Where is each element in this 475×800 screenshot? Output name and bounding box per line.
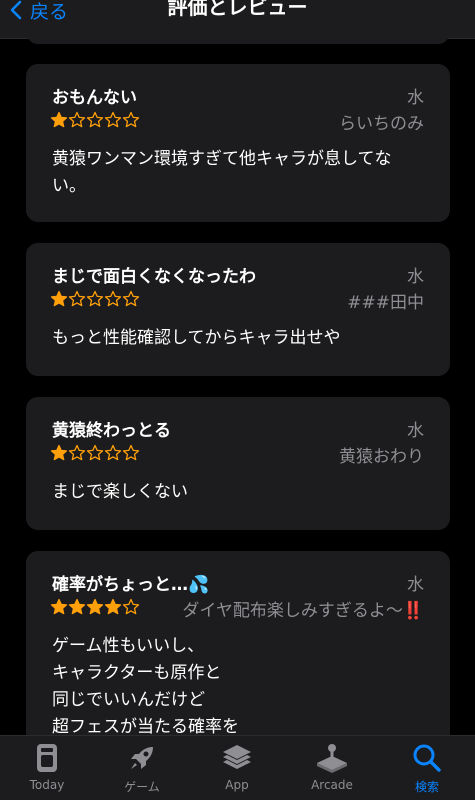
tab-arcade[interactable]: Arcade [292, 742, 372, 792]
star-empty-icon [104, 290, 122, 307]
layers-icon [223, 745, 251, 769]
review-body: もっと性能確認してからキャラ出せや [52, 325, 424, 352]
star-filled-icon [68, 598, 86, 615]
star-empty-icon [122, 444, 140, 461]
review-author: らいちのみ [339, 114, 424, 134]
star-empty-icon [86, 290, 104, 307]
search-icon [413, 744, 441, 772]
star-empty-icon [68, 290, 86, 307]
review-body-line: まじで楽しくない [52, 482, 188, 502]
star-rating [50, 444, 140, 462]
review-title: おもんない [52, 88, 137, 108]
star-empty-icon [104, 111, 122, 128]
review-body: まじで楽しくない [52, 479, 424, 506]
star-filled-icon [50, 598, 68, 615]
star-rating [50, 598, 140, 616]
review-date: 水 [407, 88, 424, 108]
review-date: 水 [407, 575, 424, 595]
tab-today[interactable]: Today [7, 742, 87, 792]
star-filled-icon [86, 598, 104, 615]
tab-search[interactable]: 検索 [387, 742, 467, 795]
review-title: 黄猿終わっとる [52, 421, 171, 441]
star-empty-icon [122, 290, 140, 307]
review-card[interactable]: 黄猿終わっとる 水 黄猿おわり まじで楽しくない [26, 397, 450, 530]
review-body-line: キャラクターも原作と [52, 663, 222, 683]
review-author: ダイヤ配布楽しみすぎるよ〜‼️ [182, 596, 424, 621]
star-empty-icon [68, 111, 86, 128]
star-filled-icon [104, 598, 122, 615]
tab-label: Arcade [311, 778, 353, 792]
star-rating [50, 111, 140, 129]
review-body: ゲーム性もいいし、 キャラクターも原作と 同じでいいんだけど 超フェスが当たる確… [52, 633, 424, 741]
review-author-name: ダイヤ配布楽しみすぎるよ〜 [182, 601, 403, 621]
review-title: まじで面白くなくなったわ [52, 267, 256, 287]
star-empty-icon [104, 444, 122, 461]
tab-apps[interactable]: App [197, 742, 277, 792]
review-body-line: もっと性能確認してからキャラ出せや [52, 328, 341, 348]
star-empty-icon [122, 598, 140, 615]
review-card[interactable]: 確率がちょっと…💦 水 ダイヤ配布楽しみすぎるよ〜‼️ ゲーム性もいいし、 キャ… [26, 551, 450, 751]
review-author: ###田中 [347, 293, 424, 313]
review-card[interactable]: おもんない 水 らいちのみ 黄猿ワンマン環境すぎて他キャラが息してな い。 [26, 64, 450, 222]
review-card[interactable]: まじで面白くなくなったわ 水 ###田中 もっと性能確認してからキャラ出せや [26, 243, 450, 376]
star-empty-icon [86, 111, 104, 128]
tab-label: ゲーム [124, 780, 160, 794]
review-author: 黄猿おわり [339, 447, 424, 467]
tab-bar: Today ゲーム App Arcade 検索 [0, 735, 475, 800]
tab-label: Today [29, 778, 65, 792]
star-empty-icon [86, 444, 104, 461]
review-title: 確率がちょっと…💦 [52, 575, 210, 595]
star-rating [50, 290, 140, 308]
tab-games[interactable]: ゲーム [102, 742, 182, 795]
page-title: 評価とレビュー [167, 0, 308, 19]
joystick-icon [317, 744, 347, 773]
star-empty-icon [68, 444, 86, 461]
star-filled-icon [50, 111, 68, 128]
double-exclamation-icon: ‼️ [402, 601, 424, 621]
previous-review-card [26, 32, 450, 44]
star-empty-icon [122, 111, 140, 128]
star-filled-icon [50, 444, 68, 461]
review-date: 水 [407, 267, 424, 287]
review-body-line: 黄猿ワンマン環境すぎて他キャラが息してな [52, 149, 392, 169]
tab-label: App [225, 778, 249, 792]
today-icon [37, 744, 57, 772]
review-body-line: い。 [52, 176, 86, 196]
star-filled-icon [50, 290, 68, 307]
review-body-line: ゲーム性もいいし、 [52, 636, 205, 656]
tab-label: 検索 [414, 780, 439, 794]
review-body-line: 同じでいいんだけど [52, 690, 205, 710]
review-date: 水 [407, 421, 424, 441]
review-body: 黄猿ワンマン環境すぎて他キャラが息してな い。 [52, 146, 424, 200]
rocket-icon [131, 747, 153, 769]
